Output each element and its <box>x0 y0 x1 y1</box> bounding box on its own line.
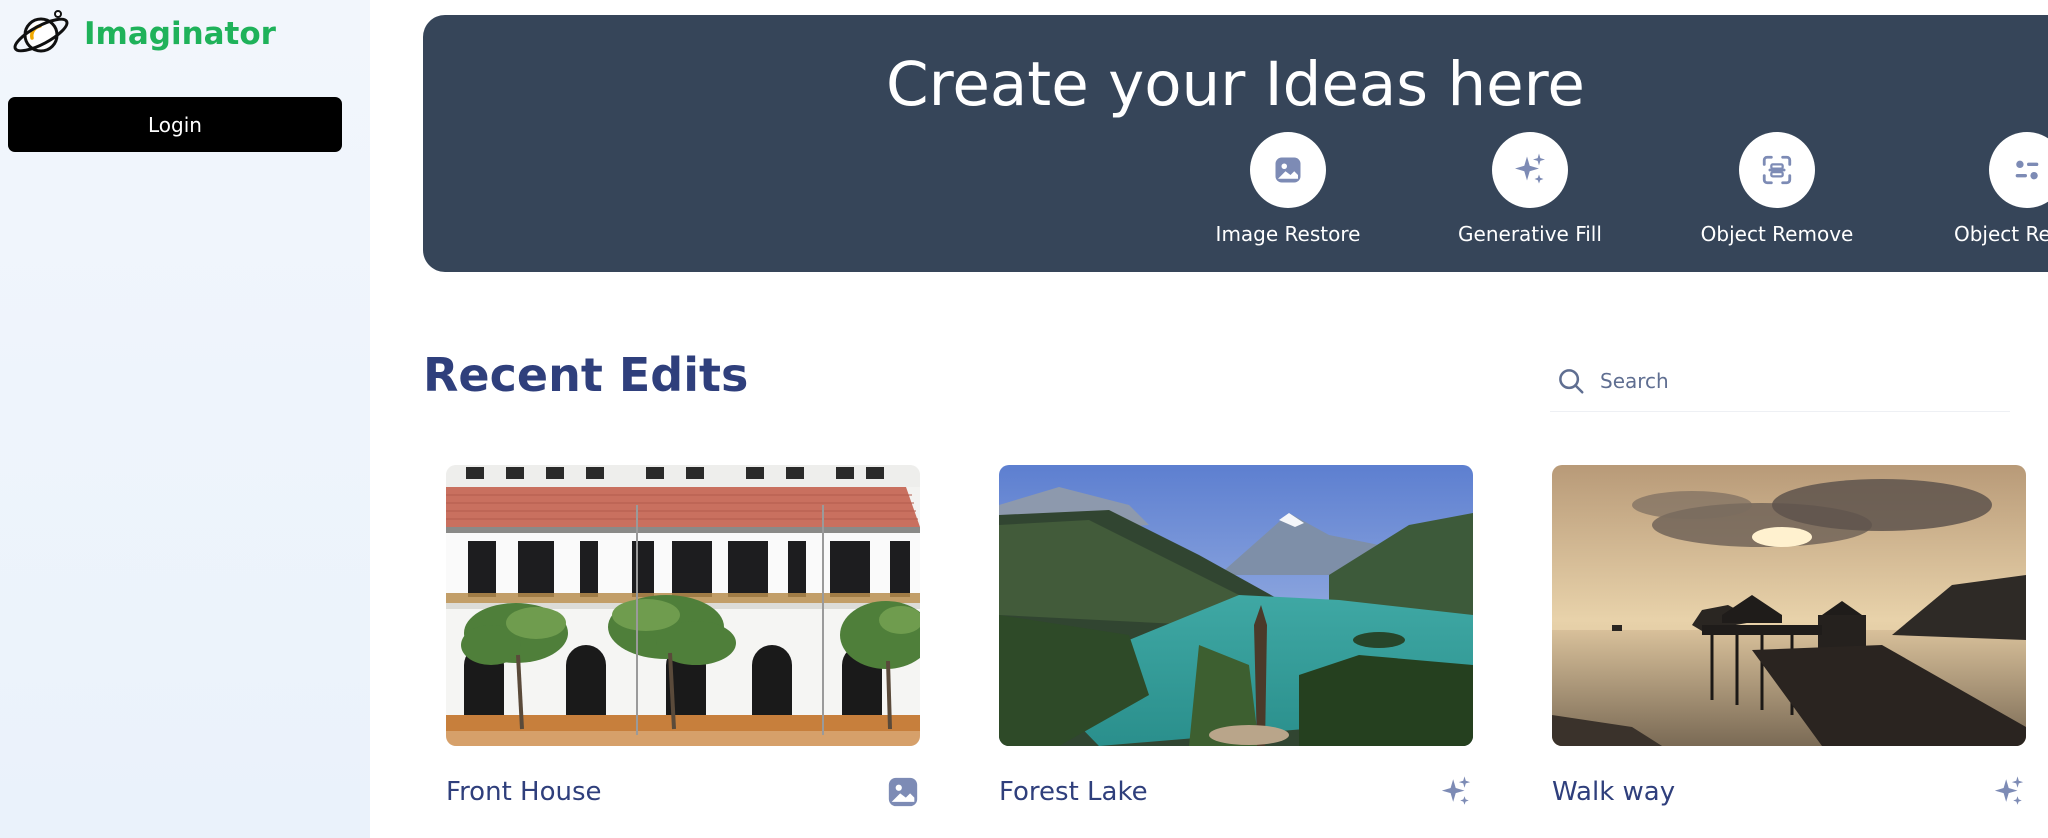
card-thumbnail[interactable] <box>446 465 920 746</box>
tool-icon-circle <box>1250 132 1326 208</box>
card-thumbnail[interactable] <box>1552 465 2026 746</box>
card-thumbnail[interactable] <box>999 465 1473 746</box>
sparkles-icon[interactable] <box>1992 775 2026 809</box>
tool-label: Image Restore <box>1215 222 1361 246</box>
search-bar[interactable] <box>1550 350 2010 412</box>
app-logo[interactable]: Imaginator <box>10 8 276 60</box>
tool-icon-circle <box>1492 132 1568 208</box>
search-input[interactable] <box>1600 368 1980 393</box>
image-icon[interactable] <box>886 775 920 809</box>
sunset-pier-photo <box>1552 465 2026 746</box>
scan-icon <box>1762 155 1792 185</box>
tool-icon-circle <box>1739 132 1815 208</box>
hero-banner: Create your Ideas here Image Restore Gen… <box>423 15 2048 272</box>
sparkles-icon[interactable] <box>1439 775 1473 809</box>
tool-image-restore[interactable]: Image Restore <box>1193 132 1383 246</box>
tool-label: Object Recolor <box>1953 222 2048 246</box>
sidebar: Imaginator Login <box>0 0 370 838</box>
tool-generative-fill[interactable]: Generative Fill <box>1435 132 1625 246</box>
sparkles-icon <box>1515 153 1545 184</box>
mountain-lake-photo <box>999 465 1473 746</box>
search-icon <box>1559 368 1584 393</box>
app-name: Imaginator <box>84 16 276 52</box>
recent-edits-heading: Recent Edits <box>423 348 749 402</box>
card-title: Walk way <box>1552 777 1676 807</box>
planet-icon <box>13 10 69 53</box>
tool-object-recolor[interactable]: Object Recolor <box>1932 132 2048 246</box>
recent-card-front-house[interactable]: Front House <box>446 465 920 825</box>
tool-label: Generative Fill <box>1458 222 1602 246</box>
recent-card-walk-way[interactable]: Walk way <box>1552 465 2026 825</box>
toggles-icon <box>2015 160 2039 180</box>
card-title: Forest Lake <box>999 777 1148 807</box>
card-title: Front House <box>446 777 602 807</box>
building-facade-photo <box>446 465 920 746</box>
tool-label: Object Remove <box>1700 222 1854 246</box>
login-button[interactable]: Login <box>8 97 342 152</box>
recent-card-forest-lake[interactable]: Forest Lake <box>999 465 1473 825</box>
tool-icon-circle <box>1989 132 2048 208</box>
tool-object-remove[interactable]: Object Remove <box>1682 132 1872 246</box>
hero-title: Create your Ideas here <box>886 49 1585 120</box>
image-icon <box>1275 157 1301 183</box>
